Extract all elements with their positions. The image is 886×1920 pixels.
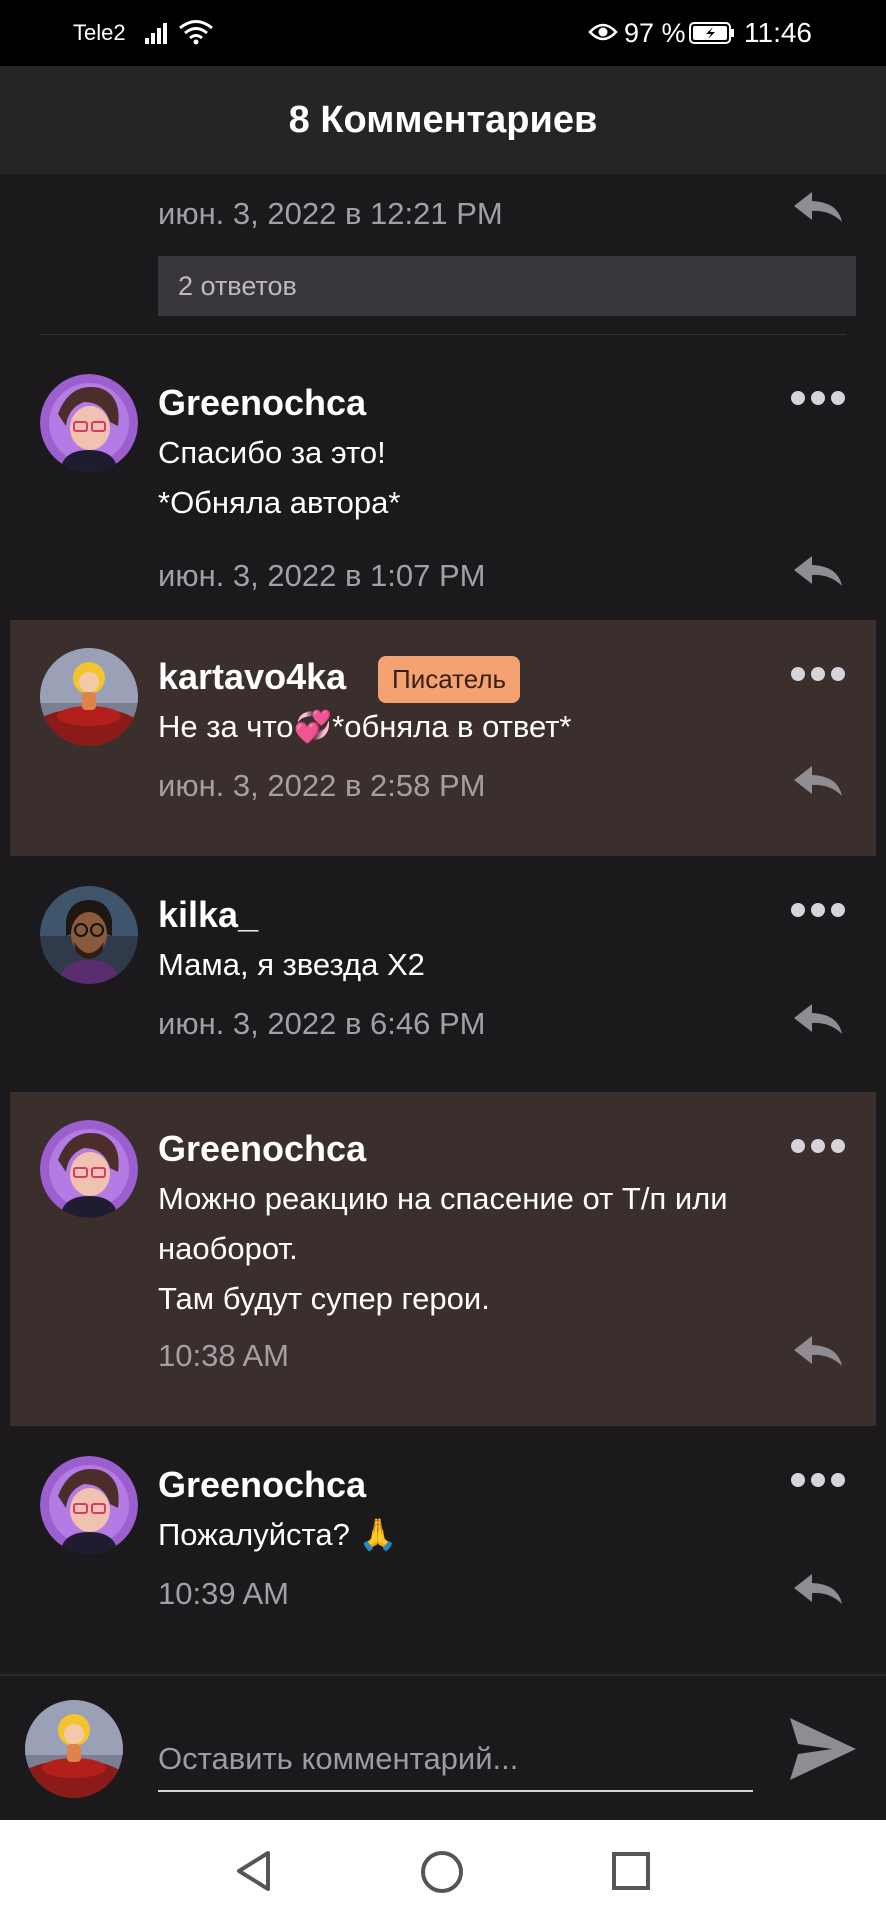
replies-count-label: 2 ответов bbox=[178, 270, 297, 301]
comment-date: июн. 3, 2022 в 2:58 PM bbox=[158, 768, 486, 803]
clock: 11:46 bbox=[744, 17, 812, 48]
comment-author[interactable]: Greenochca bbox=[158, 1464, 366, 1506]
user-avatar[interactable] bbox=[25, 1700, 123, 1798]
comment-author[interactable]: kartavo4ka bbox=[158, 656, 346, 698]
avatar[interactable] bbox=[40, 1456, 138, 1554]
comment-date: 10:39 AM bbox=[158, 1576, 289, 1611]
eye-icon bbox=[588, 20, 618, 51]
comment-text-line: Мама, я звезда Х2 bbox=[158, 947, 425, 982]
comment-text-line: Пожалуйста? 🙏 bbox=[158, 1517, 398, 1552]
comment-text: Спасибо за это! *Обняла автора* bbox=[158, 428, 838, 528]
comment-date: 10:38 AM bbox=[158, 1338, 289, 1373]
comment-input[interactable] bbox=[158, 1728, 753, 1792]
writer-badge: Писатель bbox=[378, 656, 521, 703]
reply-icon[interactable] bbox=[790, 1334, 846, 1368]
comment-text: Пожалуйста? 🙏 bbox=[158, 1510, 838, 1560]
avatar[interactable] bbox=[40, 886, 138, 984]
system-nav-bar bbox=[0, 1820, 886, 1920]
comment-date: июн. 3, 2022 в 6:46 PM bbox=[158, 1006, 486, 1041]
app-header: 8 Комментариев bbox=[0, 66, 886, 174]
comment-author[interactable]: kilka_ bbox=[158, 894, 258, 936]
comment-item: kartavo4ka Писатель Не за что💞*обняла в … bbox=[10, 620, 876, 856]
comment-text: Можно реакцию на спасение от Т/п или нао… bbox=[158, 1174, 838, 1324]
wifi-icon bbox=[178, 19, 214, 52]
comment-text-line: наоборот. bbox=[158, 1231, 298, 1266]
recent-apps-icon[interactable] bbox=[612, 1852, 650, 1895]
comment-text: Мама, я звезда Х2 bbox=[158, 940, 838, 990]
battery-icon bbox=[689, 22, 735, 51]
avatar[interactable] bbox=[40, 374, 138, 472]
avatar[interactable] bbox=[40, 1120, 138, 1218]
comment-text-line: Не за что💞*обняла в ответ* bbox=[158, 709, 572, 744]
comment-item: Greenochca Пожалуйста? 🙏 10:39 AM bbox=[0, 1426, 886, 1672]
comment-item: kilka_ Мама, я звезда Х2 июн. 3, 2022 в … bbox=[0, 856, 886, 1092]
comment-item: Greenochca Можно реакцию на спасение от … bbox=[10, 1092, 876, 1426]
comment-date: июн. 3, 2022 в 1:07 PM bbox=[158, 558, 486, 593]
more-options-icon[interactable] bbox=[790, 902, 846, 918]
comment-text-line: *Обняла автора* bbox=[158, 485, 401, 520]
send-icon[interactable] bbox=[788, 1716, 858, 1787]
comment-text: Не за что💞*обняла в ответ* bbox=[158, 702, 838, 752]
reply-icon[interactable] bbox=[790, 1002, 846, 1036]
reply-icon[interactable] bbox=[790, 554, 846, 588]
comment-author[interactable]: Greenochca bbox=[158, 1128, 366, 1170]
more-options-icon[interactable] bbox=[790, 1472, 846, 1488]
comment-text-line: Можно реакцию на спасение от Т/п или bbox=[158, 1181, 728, 1216]
signal-icon bbox=[145, 20, 173, 51]
back-icon[interactable] bbox=[234, 1850, 274, 1897]
more-options-icon[interactable] bbox=[790, 1138, 846, 1154]
more-options-icon[interactable] bbox=[790, 666, 846, 682]
replies-toggle[interactable]: 2 ответов bbox=[158, 256, 856, 316]
comment-composer bbox=[0, 1674, 886, 1820]
reply-icon[interactable] bbox=[790, 190, 846, 224]
divider bbox=[40, 334, 846, 335]
home-icon[interactable] bbox=[420, 1850, 464, 1899]
reply-icon[interactable] bbox=[790, 764, 846, 798]
comment-text-line: Спасибо за это! bbox=[158, 435, 386, 470]
avatar[interactable] bbox=[40, 648, 138, 746]
page-title: 8 Комментариев bbox=[288, 98, 598, 141]
battery-percent: 97 % bbox=[624, 18, 686, 48]
reply-icon[interactable] bbox=[790, 1572, 846, 1606]
status-bar: Tele2 97 % 11:46 bbox=[0, 0, 886, 66]
comment-text-line: Там будут супер герои. bbox=[158, 1281, 490, 1316]
comment-date: июн. 3, 2022 в 12:21 PM bbox=[158, 196, 503, 231]
comment-author[interactable]: Greenochca bbox=[158, 382, 366, 424]
carrier-label: Tele2 bbox=[73, 20, 126, 45]
more-options-icon[interactable] bbox=[790, 390, 846, 406]
comments-list[interactable]: июн. 3, 2022 в 12:21 PM 2 ответов Greeno… bbox=[0, 174, 886, 1672]
